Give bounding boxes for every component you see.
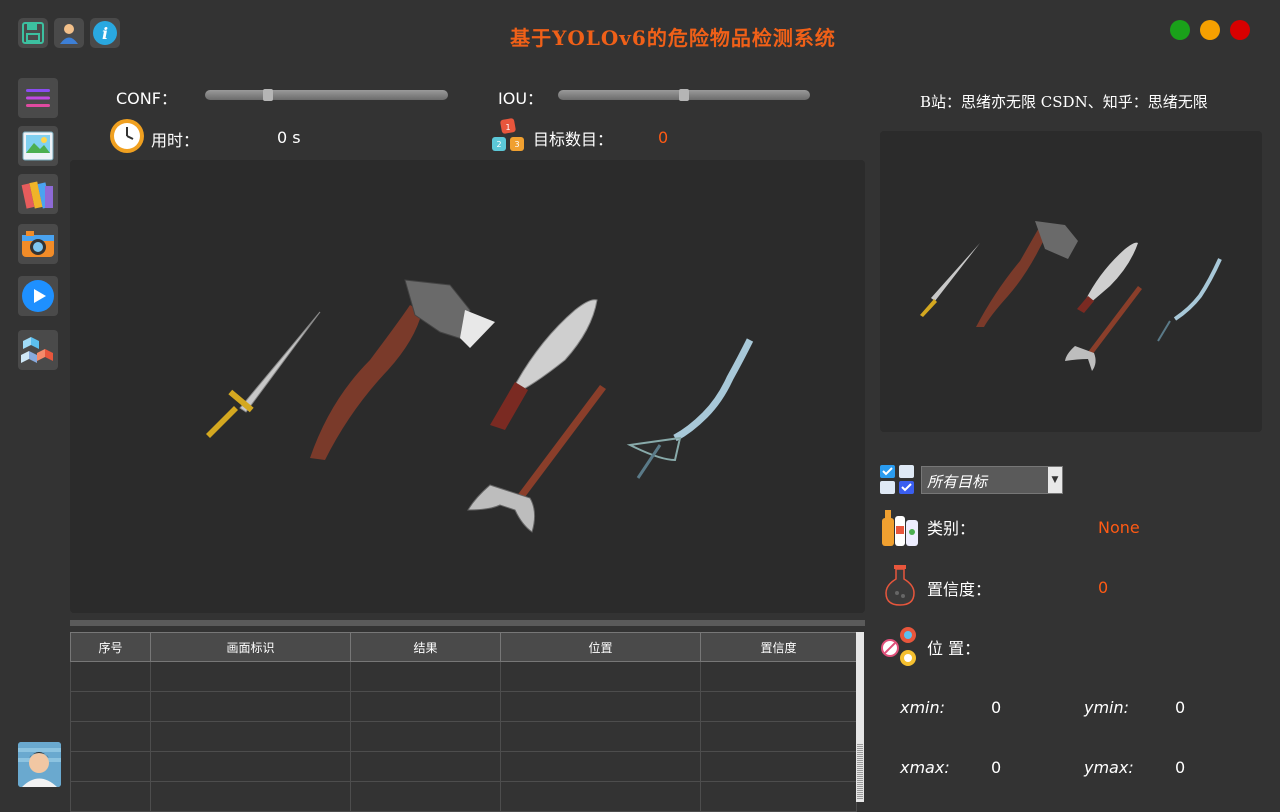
chevron-down-icon[interactable]: ▼: [1048, 467, 1062, 493]
position-label: 位 置：: [927, 639, 981, 658]
svg-text:2: 2: [496, 140, 501, 149]
ymax-value: 0: [1175, 758, 1186, 777]
ymin-label: ymin:: [1084, 698, 1130, 717]
video-play-icon[interactable]: [18, 276, 58, 316]
count-value: 0: [658, 128, 669, 147]
bottles-icon: [880, 506, 920, 548]
time-label: 用时：: [151, 131, 200, 150]
table-row[interactable]: [70, 691, 857, 722]
time-value: 0 s: [277, 128, 301, 147]
table-scrollbar[interactable]: [856, 632, 864, 802]
weapons-image: [206, 279, 754, 533]
maximize-button[interactable]: [1200, 20, 1220, 40]
folder-icon[interactable]: [18, 174, 58, 214]
flask-icon: [884, 565, 916, 607]
col-header-position[interactable]: 位置: [500, 632, 701, 662]
class-label: 类别：: [927, 519, 976, 538]
results-table: 序号 画面标识 结果 位置 置信度: [70, 632, 857, 812]
svg-text:1: 1: [505, 123, 510, 132]
confidence-value: 0: [1098, 578, 1109, 597]
conf-label: CONF：: [116, 89, 177, 108]
table-row[interactable]: [70, 781, 857, 812]
table-row[interactable]: [70, 751, 857, 782]
credit-text: B站：思绪亦无限 CSDN、知乎：思绪无限: [920, 93, 1208, 111]
xmin-label: xmin:: [900, 698, 946, 717]
image-icon[interactable]: [18, 126, 58, 166]
class-value: None: [1098, 518, 1140, 537]
xmax-label: xmax:: [900, 758, 950, 777]
dice-count-icon: 12 3: [491, 118, 527, 154]
col-header-result[interactable]: 结果: [350, 632, 501, 662]
iou-label: IOU：: [498, 89, 544, 108]
iou-slider[interactable]: [558, 89, 810, 101]
position-icon: [880, 626, 920, 668]
iou-slider-handle[interactable]: [679, 89, 689, 101]
select-target-icon: [880, 465, 916, 495]
conf-slider[interactable]: [205, 89, 448, 101]
col-header-index[interactable]: 序号: [70, 632, 151, 662]
model-cube-icon[interactable]: [18, 330, 58, 370]
table-row[interactable]: [70, 721, 857, 752]
xmax-value: 0: [991, 758, 1002, 777]
table-row[interactable]: [70, 661, 857, 692]
close-button[interactable]: [1230, 20, 1250, 40]
conf-slider-handle[interactable]: [263, 89, 273, 101]
camera-icon[interactable]: [18, 224, 58, 264]
preview-image-panel: [880, 131, 1262, 432]
target-select[interactable]: 所有目标 ▼: [921, 466, 1063, 494]
col-header-confidence[interactable]: 置信度: [700, 632, 857, 662]
menu-icon[interactable]: [18, 78, 58, 118]
avatar[interactable]: [18, 742, 61, 787]
col-header-frame[interactable]: 画面标识: [150, 632, 351, 662]
svg-text:3: 3: [514, 140, 519, 149]
clock-icon: [109, 118, 145, 154]
target-select-value: 所有目标: [927, 473, 988, 491]
count-label: 目标数目：: [533, 130, 614, 149]
ymax-label: ymax:: [1084, 758, 1134, 777]
detection-image-panel: [70, 160, 865, 613]
minimize-button[interactable]: [1170, 20, 1190, 40]
app-title: 基于YOLOv6的危险物品检测系统: [510, 26, 836, 50]
ymin-value: 0: [1175, 698, 1186, 717]
preview-weapons-image: [920, 221, 1222, 371]
xmin-value: 0: [991, 698, 1002, 717]
confidence-label: 置信度：: [927, 580, 992, 599]
splitter[interactable]: [70, 620, 865, 626]
